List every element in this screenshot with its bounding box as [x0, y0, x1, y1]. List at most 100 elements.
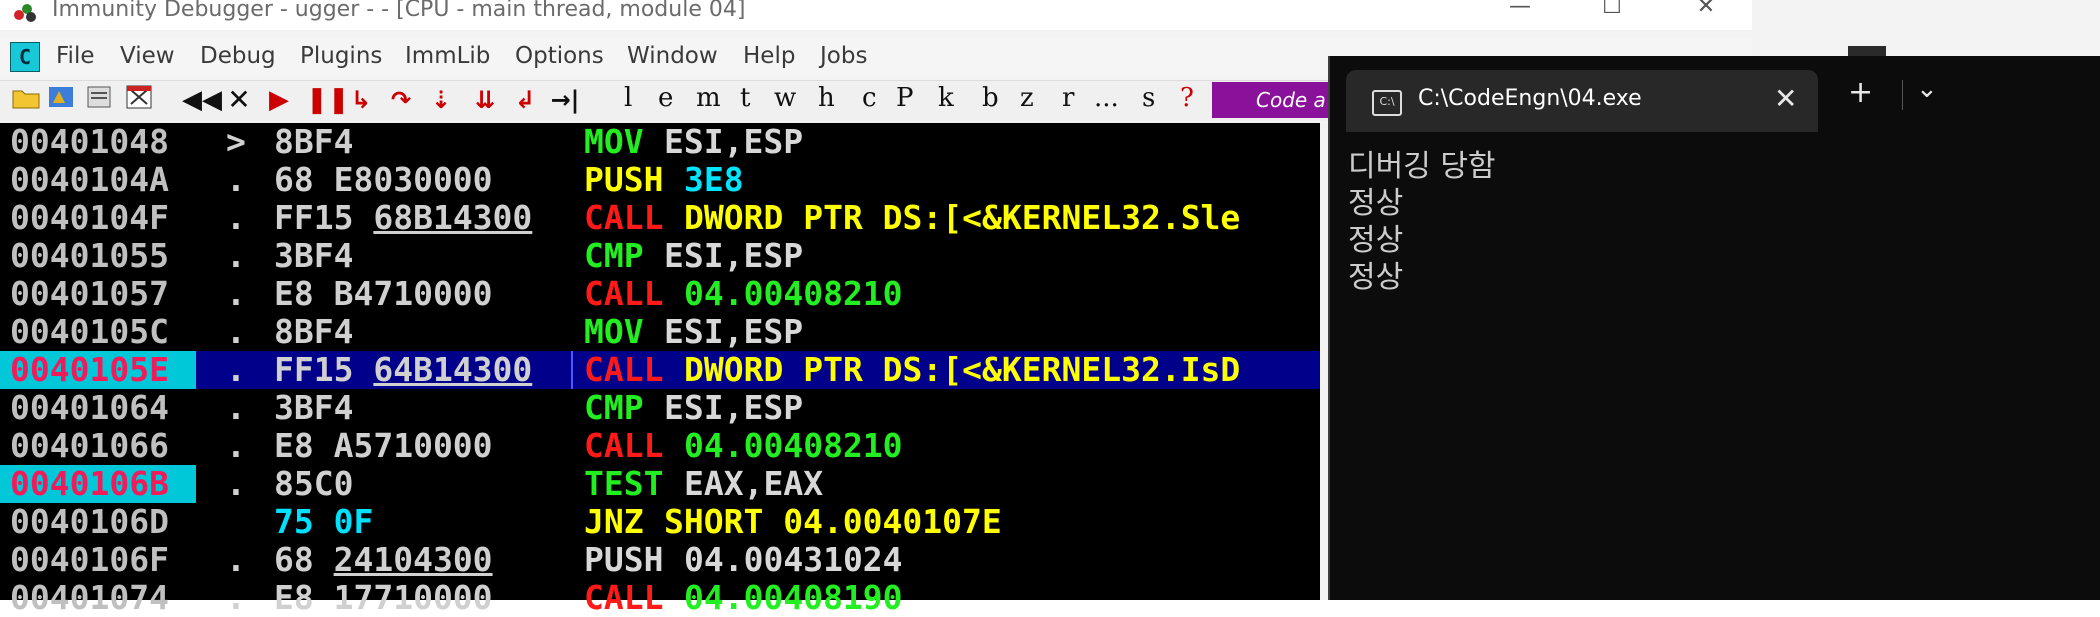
toolbar-memory-m[interactable]: m: [696, 83, 721, 113]
maximize-button[interactable]: ☐: [1592, 0, 1632, 19]
instruction-mnemonic: CALL: [584, 198, 664, 237]
disassembly-row[interactable]: 0040106B. 85C0 TEST EAX,EAX: [0, 465, 1320, 503]
toolbar-source-s[interactable]: s: [1142, 83, 1155, 113]
opcode-bytes: 3BF4: [274, 237, 353, 275]
goto-icon[interactable]: →|: [550, 83, 580, 117]
disassembly-row[interactable]: 0040106D 75 0F JNZ SHORT 04.0040107E: [0, 503, 1320, 541]
disassembly-row[interactable]: 00401057. E8 B4710000 CALL 04.00408210: [0, 275, 1320, 313]
instruction-operands: ESI,ESP: [664, 312, 804, 351]
toolbar-z[interactable]: z: [1020, 83, 1034, 113]
opcode-bytes-prefix: E8 A5710000: [274, 426, 493, 465]
instruction-mnemonic: JNZ: [584, 502, 644, 541]
opcode-bytes: 85C0: [274, 465, 353, 503]
opcode-bytes-prefix: FF15: [274, 198, 374, 237]
instruction-operands: 3E8: [684, 160, 744, 199]
instruction-operands: 04.00408210: [684, 426, 903, 465]
instruction-mnemonic: CALL: [584, 274, 664, 313]
jump-marker: .: [226, 198, 246, 237]
trace-into-icon[interactable]: ⇣: [426, 83, 456, 117]
minimize-button[interactable]: —: [1500, 0, 1540, 19]
toolbar-patches-p[interactable]: P: [896, 83, 914, 113]
disassembly-row[interactable]: 0040106F. 68 24104300 PUSH 04.00431024: [0, 541, 1320, 579]
disassembly-row[interactable]: 00401055. 3BF4 CMP ESI,ESP: [0, 237, 1320, 275]
instruction-mnemonic: CMP: [584, 388, 644, 427]
menu-view[interactable]: View: [120, 43, 175, 69]
toolbar-help[interactable]: ?: [1180, 83, 1194, 113]
opcode-bytes-prefix: E8 B4710000: [274, 274, 493, 313]
log-icon[interactable]: [84, 83, 116, 117]
open-folder-icon[interactable]: [10, 83, 42, 117]
menu-help[interactable]: Help: [743, 43, 795, 69]
menu-jobs[interactable]: Jobs: [820, 43, 867, 69]
toolbar-runtrace[interactable]: ...: [1094, 83, 1119, 113]
toolbar-callstack-k[interactable]: k: [938, 83, 954, 113]
opcode-bytes: E8 A5710000: [274, 427, 493, 465]
disassembly-row[interactable]: 00401066. E8 A5710000 CALL 04.00408210: [0, 427, 1320, 465]
run-icon[interactable]: ▶: [266, 83, 292, 117]
toolbar-log-l[interactable]: l: [624, 83, 632, 113]
dropdown-chevron-icon[interactable]: ⌄: [1916, 74, 1938, 104]
instruction-operands: 04.00431024: [684, 540, 903, 579]
instruction-operands: ESI,ESP: [664, 122, 804, 161]
toolbar-handles-h[interactable]: h: [818, 83, 835, 113]
instruction-operands: 04.00408190: [684, 578, 903, 617]
disassembly-row[interactable]: 0040105C. 8BF4 MOV ESI,ESP: [0, 313, 1320, 351]
disassembly-row[interactable]: 0040105E. FF15 64B14300 CALL DWORD PTR DS:[…: [0, 351, 1320, 389]
disassembly-row[interactable]: 0040104A. 68 E8030000 PUSH 3E8: [0, 161, 1320, 199]
disassembly-row[interactable]: 00401064. 3BF4 CMP ESI,ESP: [0, 389, 1320, 427]
opcode-bytes-prefix: 75 0F: [274, 502, 374, 541]
instruction-mnemonic: PUSH: [584, 160, 664, 199]
instruction-address: 0040106B: [0, 465, 196, 503]
menu-debug[interactable]: Debug: [200, 43, 276, 69]
toolbar-breakpoints-b[interactable]: b: [982, 83, 999, 113]
disassembly-row[interactable]: 00401074. E8 17710000 CALL 04.00408190: [0, 579, 1320, 617]
close-program-icon[interactable]: ✕: [224, 83, 254, 117]
instruction-address: 00401074: [10, 578, 169, 617]
disassembly-pane[interactable]: 00401048 >8BF4 MOV ESI,ESP 0040104A. 68 E8030…: [0, 123, 1320, 617]
menu-plugins[interactable]: Plugins: [300, 43, 382, 69]
opcode-bytes: 68 24104300: [274, 541, 493, 579]
instruction-address: 0040104A: [10, 160, 169, 199]
jump-marker: .: [226, 578, 246, 617]
disassembly-row[interactable]: 0040104F. FF15 68B14300 CALL DWORD PTR DS:[…: [0, 199, 1320, 237]
toolbar-threads-t[interactable]: t: [740, 83, 750, 113]
terminal-line: 디버깅 당함: [1348, 149, 1496, 184]
instruction-operands: EAX,EAX: [684, 464, 824, 503]
instruction-mnemonic: PUSH: [584, 540, 664, 579]
opcode-bytes-prefix: E8 17710000: [274, 578, 493, 617]
jump-marker: .: [226, 312, 246, 351]
instruction-address: 00401066: [10, 426, 169, 465]
toolbar-references-r[interactable]: r: [1062, 83, 1074, 113]
jump-marker: .: [226, 274, 246, 313]
tab-separator: [1902, 80, 1903, 110]
trace-over-icon[interactable]: ⇊: [470, 83, 500, 117]
instruction-address: 00401057: [10, 274, 169, 313]
menu-immlib[interactable]: ImmLib: [405, 43, 490, 69]
run-script-icon[interactable]: [46, 83, 78, 117]
instruction-mnemonic: MOV: [584, 312, 644, 351]
instruction-operands: SHORT 04.0040107E: [664, 502, 1002, 541]
menu-window[interactable]: Window: [627, 43, 718, 69]
step-into-icon[interactable]: ↳: [346, 83, 376, 117]
disassembly-row[interactable]: 00401048 >8BF4 MOV ESI,ESP: [0, 123, 1320, 161]
execute-till-return-icon[interactable]: ↲: [510, 83, 540, 117]
jump-marker: .: [226, 426, 246, 465]
step-over-icon[interactable]: ↷: [386, 83, 416, 117]
new-tab-icon[interactable]: +: [1848, 78, 1873, 108]
toolbar-cpu-c[interactable]: c: [862, 83, 877, 113]
close-button[interactable]: ✕: [1686, 0, 1726, 19]
opcode-bytes: 75 0F: [274, 503, 373, 541]
instruction-mnemonic: CALL: [584, 426, 664, 465]
close-tab-icon[interactable]: ✕: [1774, 82, 1797, 115]
rewind-icon[interactable]: ◀◀: [182, 83, 222, 117]
menu-options[interactable]: Options: [515, 43, 604, 69]
terminal-tab[interactable]: C:\ C:\CodeEngn\04.exe ✕: [1346, 70, 1818, 132]
toolbar-exec-e[interactable]: e: [658, 83, 673, 113]
instruction-address: 0040106D: [10, 502, 169, 541]
modules-icon[interactable]: [124, 83, 156, 117]
cpu-window-icon[interactable]: C: [10, 42, 40, 72]
menu-file[interactable]: File: [56, 43, 95, 69]
toolbar-windows-w[interactable]: w: [774, 83, 796, 113]
pause-icon[interactable]: ❚❚: [306, 83, 350, 117]
instruction-operands: ESI,ESP: [664, 236, 804, 275]
